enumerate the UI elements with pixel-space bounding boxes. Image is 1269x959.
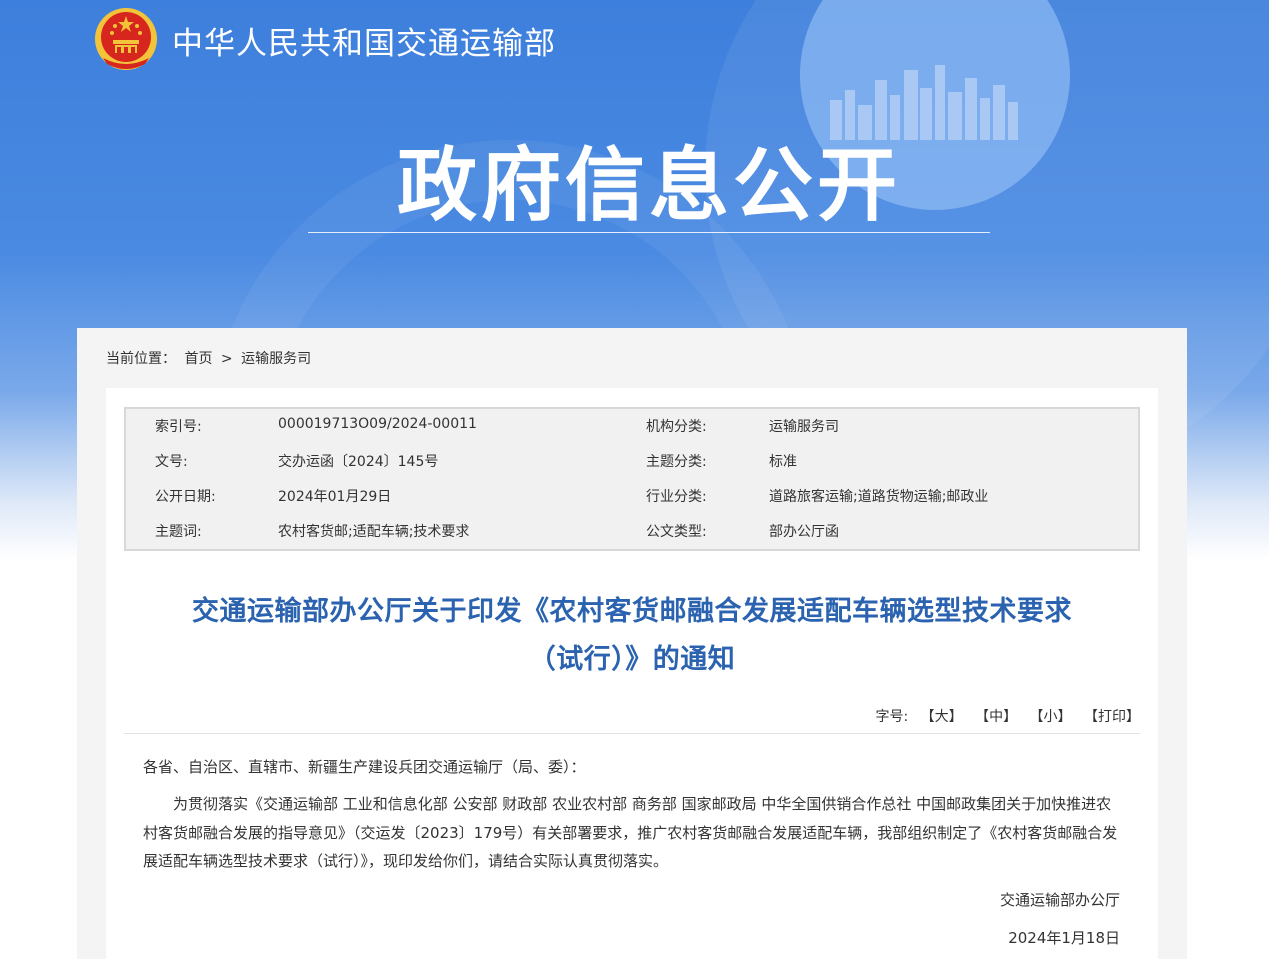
meta-docno-value: 交办运函〔2024〕145号 (278, 454, 439, 470)
meta-doctype-value: 部办公厅函 (769, 524, 839, 540)
font-size-small-button[interactable]: 【小】 (1030, 709, 1072, 725)
document-sign-date: 2024年1月18日 (1008, 929, 1120, 947)
meta-keywords-label: 主题词: (155, 524, 202, 540)
section-title: 政府信息公开 (397, 139, 901, 232)
site-title[interactable]: 中华人民共和国交通运输部 (172, 18, 556, 63)
document-salutation: 各省、自治区、直辖市、新疆生产建设兵团交通运输厅（局、委）： (143, 758, 586, 776)
breadcrumb-home-link[interactable]: 首页 (184, 351, 212, 367)
section-title-underline (308, 232, 990, 233)
meta-keywords-value: 农村客货邮;适配车辆;技术要求 (278, 524, 470, 540)
content-divider (124, 733, 1140, 734)
meta-doctype-label: 公文类型: (646, 524, 707, 540)
meta-date-label: 公开日期: (155, 489, 216, 505)
breadcrumb: 当前位置： 首页 > 运输服务司 (106, 348, 315, 368)
font-size-medium-button[interactable]: 【中】 (975, 709, 1017, 725)
meta-topic-label: 主题分类: (646, 454, 707, 470)
meta-index-value: 000019713O09/2024-00011 (278, 416, 477, 432)
document-signer: 交通运输部办公厅 (999, 891, 1120, 909)
document-title-line-1: 交通运输部办公厅关于印发《农村客货邮融合发展适配车辆选型技术要求 (192, 596, 1072, 627)
document-metadata-box (124, 407, 1140, 551)
document-title-line-2: （试行）》的通知 (528, 644, 736, 675)
font-size-label: 字号: (875, 709, 909, 725)
font-size-large-button[interactable]: 【大】 (921, 709, 963, 725)
meta-org-label: 机构分类: (646, 419, 707, 435)
breadcrumb-department-link[interactable]: 运输服务司 (241, 351, 311, 367)
meta-industry-label: 行业分类: (646, 489, 707, 505)
print-button[interactable]: 【打印】 (1084, 709, 1140, 725)
document-title: 交通运输部办公厅关于印发《农村客货邮融合发展适配车辆选型技术要求 （试行）》的通… (124, 588, 1140, 684)
city-skyline-icon (830, 65, 1018, 140)
national-emblem-icon (95, 8, 157, 70)
font-size-toolbar: 字号: 【大】 【中】 【小】 【打印】 (124, 706, 1140, 726)
meta-docno-label: 文号: (155, 454, 188, 470)
meta-industry-value: 道路旅客运输;道路货物运输;邮政业 (769, 489, 989, 505)
meta-org-value: 运输服务司 (769, 419, 839, 435)
meta-date-value: 2024年01月29日 (278, 489, 392, 505)
document-body-paragraph: 为贯彻落实《交通运输部 工业和信息化部 公安部 财政部 农业农村部 商务部 国家… (143, 795, 1118, 870)
meta-index-label: 索引号: (155, 419, 202, 435)
breadcrumb-label: 当前位置： (106, 351, 176, 367)
meta-topic-value: 标准 (769, 454, 797, 470)
breadcrumb-separator: > (220, 351, 233, 367)
